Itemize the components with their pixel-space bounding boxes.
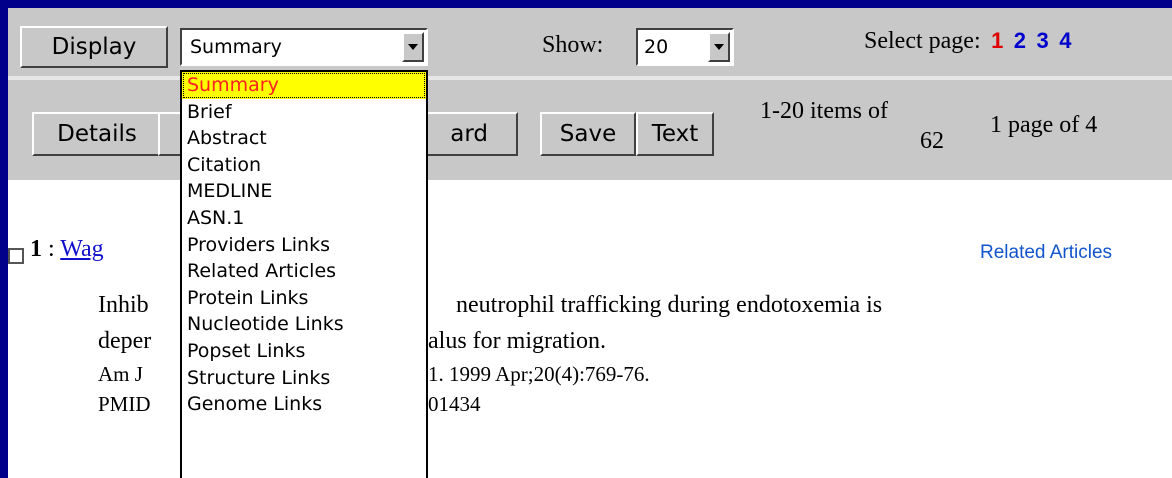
dropdown-option-popset-links[interactable]: Popset Links bbox=[182, 338, 426, 365]
chevron-down-icon[interactable] bbox=[708, 32, 730, 62]
page-selector: Select page: 1 2 3 4 bbox=[864, 28, 1071, 55]
dropdown-option-abstract[interactable]: Abstract bbox=[182, 125, 426, 152]
page-link-1[interactable]: 1 bbox=[991, 28, 1003, 53]
result-title-left-2: deper bbox=[98, 328, 152, 354]
items-count-line1: 1-20 items of bbox=[760, 98, 888, 124]
format-select-value: Summary bbox=[190, 36, 282, 58]
items-count-line2: 62 bbox=[920, 128, 944, 154]
show-select[interactable]: 20 bbox=[636, 28, 734, 66]
dropdown-option-brief[interactable]: Brief bbox=[182, 99, 426, 126]
items-count: 1-20 items of 62 bbox=[760, 96, 950, 156]
result-number: 1 bbox=[30, 236, 42, 262]
dropdown-option-genome-links[interactable]: Genome Links bbox=[182, 391, 426, 418]
result-pmid-left: PMID bbox=[98, 392, 151, 416]
result-author-link[interactable]: Wag bbox=[60, 236, 103, 262]
details-button[interactable]: Details bbox=[32, 112, 162, 156]
show-label: Show: bbox=[542, 32, 604, 58]
dropdown-option-structure-links[interactable]: Structure Links bbox=[182, 365, 426, 392]
result-title-right-2: alus for migration. bbox=[428, 328, 606, 354]
result-title-left: Inhib bbox=[98, 292, 149, 318]
page-link-2[interactable]: 2 bbox=[1014, 28, 1026, 53]
result-separator: : bbox=[48, 236, 55, 262]
page-link-3[interactable]: 3 bbox=[1036, 28, 1048, 53]
dropdown-option-citation[interactable]: Citation bbox=[182, 152, 426, 179]
checkbox-icon[interactable] bbox=[8, 248, 24, 264]
dropdown-option-medline[interactable]: MEDLINE bbox=[182, 178, 426, 205]
dropdown-option-asn1[interactable]: ASN.1 bbox=[182, 205, 426, 232]
result-source-right: 1. 1999 Apr;20(4):769-76. bbox=[428, 362, 650, 386]
content-frame: Display Summary Show: 20 Select page: 1 … bbox=[8, 8, 1172, 478]
display-button[interactable]: Display bbox=[20, 26, 168, 68]
result-header: 1 : Wag bbox=[30, 236, 104, 263]
dropdown-option-summary[interactable]: Summary bbox=[182, 72, 426, 99]
save-button[interactable]: Save bbox=[540, 112, 636, 156]
result-pmid-right: 01434 bbox=[428, 392, 481, 416]
dropdown-option-related-articles[interactable]: Related Articles bbox=[182, 258, 426, 285]
dropdown-option-nucleotide-links[interactable]: Nucleotide Links bbox=[182, 311, 426, 338]
text-button[interactable]: Text bbox=[636, 112, 714, 156]
result-source-left: Am J bbox=[98, 362, 143, 386]
select-page-label: Select page: bbox=[864, 28, 981, 54]
dropdown-option-protein-links[interactable]: Protein Links bbox=[182, 285, 426, 312]
page-link-4[interactable]: 4 bbox=[1059, 28, 1071, 53]
format-select[interactable]: Summary bbox=[180, 28, 428, 66]
result-title-right: neutrophil trafficking during endotoxemi… bbox=[456, 292, 883, 318]
related-articles-link[interactable]: Related Articles bbox=[980, 242, 1112, 264]
format-dropdown-list: Summary Brief Abstract Citation MEDLINE … bbox=[180, 70, 428, 478]
dropdown-option-providers-links[interactable]: Providers Links bbox=[182, 232, 426, 259]
chevron-down-icon[interactable] bbox=[402, 32, 424, 62]
show-select-value: 20 bbox=[644, 36, 669, 58]
page-of-label: 1 page of 4 bbox=[990, 112, 1098, 138]
